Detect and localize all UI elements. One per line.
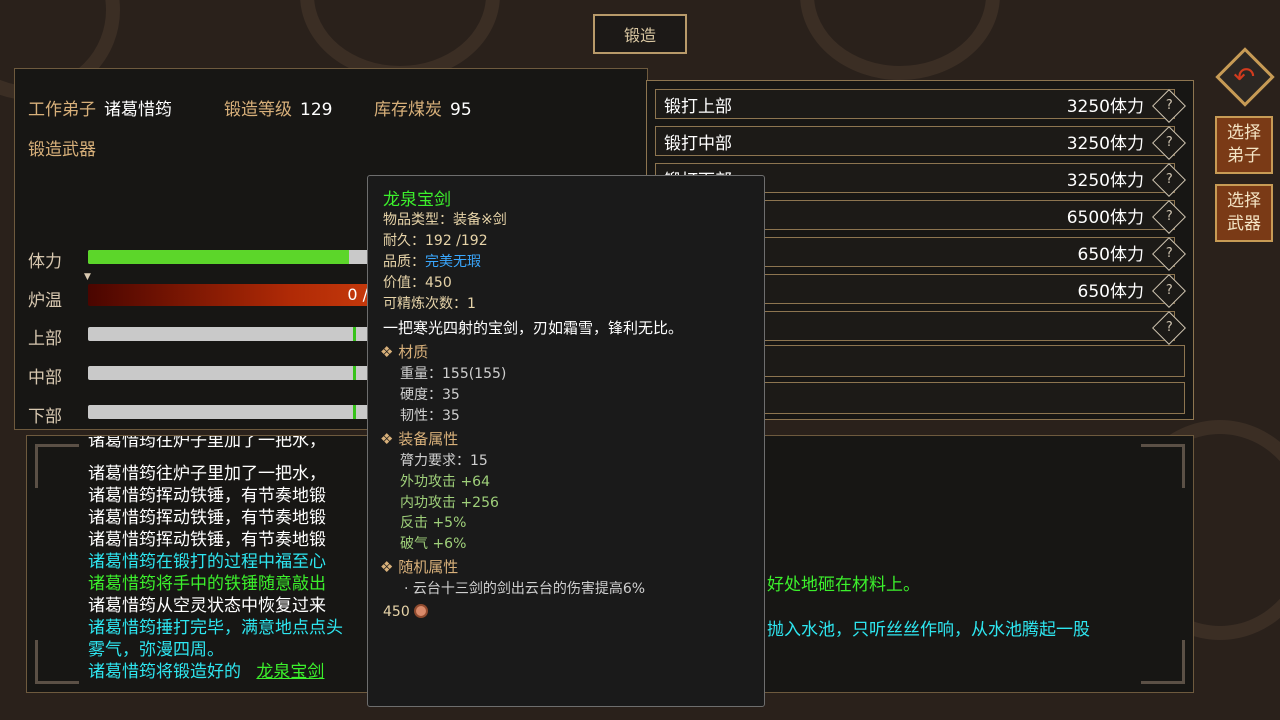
item-refine: 可精炼次数：1 xyxy=(383,296,476,312)
select-weapon-button[interactable]: 选择武器 xyxy=(1215,184,1273,242)
counter-attack: 反击 +5% xyxy=(400,515,467,531)
furnace-temp-bar: 0 / xyxy=(88,284,378,306)
select-disciple-label: 选择弟子 xyxy=(1227,123,1261,166)
item-type: 物品类型：装备※剑 xyxy=(383,212,507,228)
item-value: 价值：450 xyxy=(383,275,452,291)
furnace-pointer-icon: ▼ xyxy=(84,272,91,282)
random-attribute: · 云台十三剑的剑出云台的伤害提高6% xyxy=(404,581,646,597)
worker-info: 工作弟子 诸葛惜筠 xyxy=(28,95,172,120)
furnace-temp-text: 0 / xyxy=(347,285,368,304)
select-disciple-button[interactable]: 选择弟子 xyxy=(1215,116,1273,174)
coal-value: 95 xyxy=(450,100,472,120)
forge-action-cost: 6500体力 xyxy=(1066,207,1144,228)
forge-level-value: 129 xyxy=(300,100,333,120)
bottom-part-marker xyxy=(353,405,356,419)
log-line: 诸葛惜筠将锻造好的 龙泉宝剑 xyxy=(88,657,324,682)
bottom-part-bar xyxy=(88,405,378,419)
item-durability: 耐久：192 /192 xyxy=(383,233,488,249)
section-material: ❖ 材质 xyxy=(380,343,429,361)
back-arrow-icon: ↶ xyxy=(1233,62,1256,93)
item-link[interactable]: 龙泉宝剑 xyxy=(256,662,324,682)
stamina-bar-fill xyxy=(88,250,349,264)
top-part-marker xyxy=(353,327,356,341)
item-price: 450 xyxy=(383,604,429,620)
forge-action-cost: 650体力 xyxy=(1077,281,1144,302)
top-part-label: 上部 xyxy=(28,329,62,349)
stamina-bar xyxy=(88,250,378,264)
section-random-attributes: ❖ 随机属性 xyxy=(380,558,459,576)
item-quality-value: 完美无瑕 xyxy=(425,254,481,270)
forge-action-cost: 3250体力 xyxy=(1066,133,1144,154)
forge-level-label: 锻造等级 xyxy=(224,100,292,120)
worker-label: 工作弟子 xyxy=(28,100,96,120)
stamina-label: 体力 xyxy=(28,252,62,272)
external-attack: 外功攻击 +64 xyxy=(400,474,490,490)
forge-action-row[interactable]: 锻打中部 3250体力 xyxy=(655,126,1175,156)
page-title-text: 锻造 xyxy=(623,26,656,45)
worker-value: 诸葛惜筠 xyxy=(104,100,172,120)
forge-action-label: 锻打中部 xyxy=(664,133,732,154)
log-line-text: 诸葛惜筠将锻造好的 xyxy=(88,662,241,682)
middle-part-bar xyxy=(88,366,378,380)
forge-action-cost: 650体力 xyxy=(1077,244,1144,265)
log-line: 好处地砸在材料上。 xyxy=(767,575,920,595)
middle-part-label: 中部 xyxy=(28,368,62,388)
background-ornament xyxy=(800,0,1000,80)
corner-ornament xyxy=(35,640,79,684)
forge-action-cost: 3250体力 xyxy=(1066,170,1144,191)
item-price-value: 450 xyxy=(383,604,410,620)
coin-icon xyxy=(414,604,429,618)
item-tooltip: 龙泉宝剑 物品类型：装备※剑 耐久：192 /192 品质：完美无瑕 价值：45… xyxy=(367,175,765,707)
corner-ornament xyxy=(35,444,79,488)
forge-level-info: 锻造等级 129 xyxy=(224,95,332,120)
weapon-label: 锻造武器 xyxy=(28,135,96,160)
corner-ornament xyxy=(1141,640,1185,684)
forge-action-label: 锻打上部 xyxy=(664,96,732,117)
weapon-label-text: 锻造武器 xyxy=(28,140,96,160)
section-equip-attributes: ❖ 装备属性 xyxy=(380,430,459,448)
furnace-label: 炉温 xyxy=(28,291,62,311)
back-button[interactable]: ↶ xyxy=(1215,47,1275,107)
corner-ornament xyxy=(1141,444,1185,488)
item-weight: 重量：155(155) xyxy=(400,366,507,382)
strength-requirement: 膂力要求：15 xyxy=(400,453,488,469)
item-hardness: 硬度：35 xyxy=(400,387,460,403)
internal-attack: 内功攻击 +256 xyxy=(400,495,499,511)
forge-log-list[interactable]: 诸葛惜筠往炉子里加了一把水， 诸葛惜筠往炉子里加了一把水， 诸葛惜筠挥动铁锤，有… xyxy=(80,436,370,686)
bottom-part-label: 下部 xyxy=(28,407,62,427)
item-quality: 品质：完美无瑕 xyxy=(383,251,481,271)
coal-label: 库存煤炭 xyxy=(374,100,442,120)
middle-part-marker xyxy=(353,366,356,380)
item-name: 龙泉宝剑 xyxy=(383,190,451,210)
item-quality-label: 品质： xyxy=(383,254,425,270)
log-line: 抛入水池，只听丝丝作响，从水池腾起一股 xyxy=(767,620,1090,640)
top-part-bar xyxy=(88,327,378,341)
coal-info: 库存煤炭 95 xyxy=(374,95,472,120)
forge-action-row[interactable]: 锻打上部 3250体力 xyxy=(655,89,1175,119)
forge-action-cost: 3250体力 xyxy=(1066,96,1144,117)
page-title: 锻造 xyxy=(593,14,687,54)
log-line: 诸葛惜筠往炉子里加了一把水， xyxy=(88,436,326,451)
item-toughness: 韧性：35 xyxy=(400,408,460,424)
select-weapon-label: 选择武器 xyxy=(1227,191,1261,234)
item-description: 一把寒光四射的宝剑，刃如霜雪，锋利无比。 xyxy=(383,319,684,337)
qi-break: 破气 +6% xyxy=(400,536,467,552)
